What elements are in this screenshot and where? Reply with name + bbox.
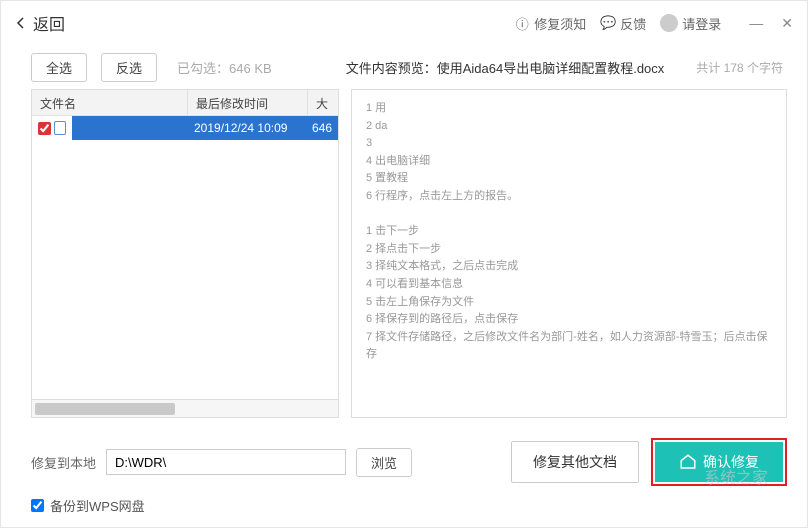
confirm-repair-button[interactable]: 确认修复	[655, 442, 783, 482]
toolbar: 全选 反选 已勾选：646 KB 文件内容预览：使用Aida64导出电脑详细配置…	[1, 45, 807, 89]
bottom-bar: 修复到本地 浏览 修复其他文档 确认修复 备份到WPS网盘	[1, 426, 807, 527]
backup-checkbox[interactable]	[31, 499, 44, 512]
app-window: 返回 ⓘ 修复须知 💬 反馈 请登录 — ✕ 全选 反选 已勾选：646 KB	[0, 0, 808, 528]
path-label: 修复到本地	[31, 453, 96, 472]
feedback-label: 反馈	[620, 14, 646, 33]
row-mtime: 2019/12/24 10:09	[188, 121, 308, 135]
chevron-left-icon	[15, 16, 25, 30]
select-all-button[interactable]: 全选	[31, 53, 87, 82]
backup-label: 备份到WPS网盘	[50, 496, 145, 515]
repair-other-button[interactable]: 修复其他文档	[511, 441, 639, 483]
titlebar-right: ⓘ 修复须知 💬 反馈 请登录 — ✕	[514, 14, 793, 33]
preview-label: 文件内容预览：使用Aida64导出电脑详细配置教程.docx	[346, 58, 665, 77]
table-row[interactable]: 2019/12/24 10:09 646	[32, 116, 338, 140]
confirm-highlight: 确认修复	[651, 438, 787, 486]
preview-text: 1 用 2 da 3 4 出电脑详细 5 置教程 6 行程序，点击左上方的报告。…	[366, 100, 772, 364]
file-panel: 文件名 最后修改时间 大 2019/12/24 10:09 646	[31, 89, 339, 418]
feedback-link[interactable]: 💬 反馈	[600, 14, 646, 33]
confirm-label: 确认修复	[703, 452, 759, 472]
invert-select-button[interactable]: 反选	[101, 53, 157, 82]
col-filename[interactable]: 文件名	[32, 90, 188, 115]
home-icon	[679, 453, 697, 471]
avatar-icon	[660, 14, 678, 32]
scrollbar-thumb[interactable]	[35, 403, 175, 415]
minimize-button[interactable]: —	[749, 15, 763, 31]
col-size[interactable]: 大	[308, 90, 338, 115]
file-list[interactable]: 2019/12/24 10:09 646	[32, 116, 338, 399]
repair-notice-label: 修复须知	[534, 14, 586, 33]
back-button[interactable]: 返回	[15, 11, 65, 35]
titlebar: 返回 ⓘ 修复须知 💬 反馈 请登录 — ✕	[1, 1, 807, 45]
row-size: 646	[308, 121, 338, 135]
backup-row: 备份到WPS网盘	[31, 496, 787, 515]
file-table-header: 文件名 最后修改时间 大	[32, 90, 338, 116]
row-checkbox-cell	[32, 116, 72, 140]
char-count: 共计 178 个字符	[696, 59, 783, 76]
browse-button[interactable]: 浏览	[356, 448, 412, 477]
col-mtime[interactable]: 最后修改时间	[188, 90, 308, 115]
path-input[interactable]	[106, 449, 346, 475]
action-buttons: 修复其他文档 确认修复	[511, 438, 787, 486]
horizontal-scrollbar[interactable]	[32, 399, 338, 417]
row-checkbox[interactable]	[38, 122, 51, 135]
repair-notice-link[interactable]: ⓘ 修复须知	[514, 14, 586, 33]
path-row: 修复到本地 浏览 修复其他文档 确认修复	[31, 438, 787, 486]
selected-info: 已勾选：646 KB	[177, 58, 272, 77]
login-link[interactable]: 请登录	[660, 14, 721, 33]
document-icon	[54, 121, 66, 135]
close-button[interactable]: ✕	[781, 15, 793, 32]
info-icon: ⓘ	[514, 15, 530, 31]
back-label: 返回	[33, 11, 65, 35]
login-label: 请登录	[682, 14, 721, 33]
main-area: 文件名 最后修改时间 大 2019/12/24 10:09 646	[1, 89, 807, 426]
preview-panel: 1 用 2 da 3 4 出电脑详细 5 置教程 6 行程序，点击左上方的报告。…	[351, 89, 787, 418]
window-controls: — ✕	[749, 15, 793, 32]
chat-icon: 💬	[600, 15, 616, 31]
